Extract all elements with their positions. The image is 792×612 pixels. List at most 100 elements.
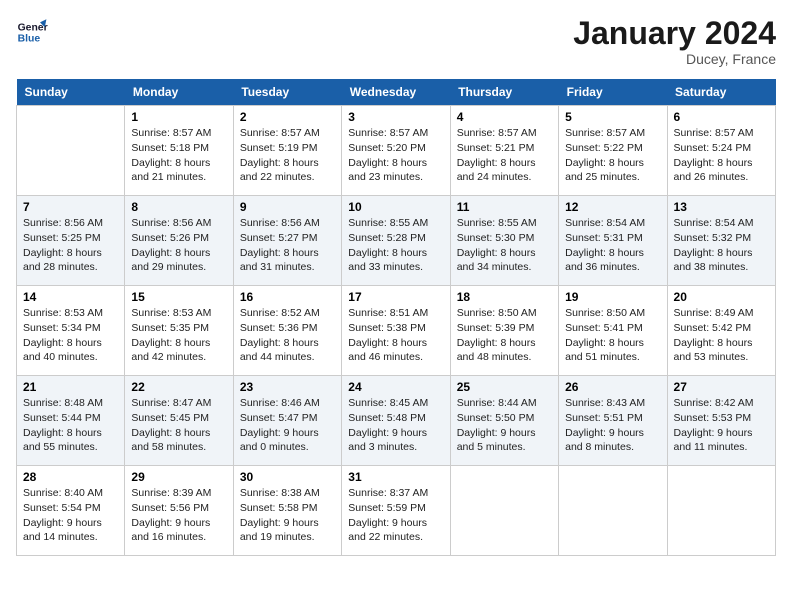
table-row: 14 Sunrise: 8:53 AM Sunset: 5:34 PM Dayl… <box>17 286 125 376</box>
table-row: 29 Sunrise: 8:39 AM Sunset: 5:56 PM Dayl… <box>125 466 233 556</box>
table-row: 20 Sunrise: 8:49 AM Sunset: 5:42 PM Dayl… <box>667 286 775 376</box>
day-info: Sunrise: 8:42 AM Sunset: 5:53 PM Dayligh… <box>674 396 769 455</box>
table-row: 17 Sunrise: 8:51 AM Sunset: 5:38 PM Dayl… <box>342 286 450 376</box>
day-info: Sunrise: 8:46 AM Sunset: 5:47 PM Dayligh… <box>240 396 335 455</box>
day-info: Sunrise: 8:40 AM Sunset: 5:54 PM Dayligh… <box>23 486 118 545</box>
day-number: 20 <box>674 290 769 304</box>
month-title: January 2024 <box>573 16 776 51</box>
day-info: Sunrise: 8:57 AM Sunset: 5:22 PM Dayligh… <box>565 126 660 185</box>
table-row: 30 Sunrise: 8:38 AM Sunset: 5:58 PM Dayl… <box>233 466 341 556</box>
day-info: Sunrise: 8:44 AM Sunset: 5:50 PM Dayligh… <box>457 396 552 455</box>
table-row: 3 Sunrise: 8:57 AM Sunset: 5:20 PM Dayli… <box>342 106 450 196</box>
day-info: Sunrise: 8:49 AM Sunset: 5:42 PM Dayligh… <box>674 306 769 365</box>
day-number: 30 <box>240 470 335 484</box>
day-info: Sunrise: 8:56 AM Sunset: 5:25 PM Dayligh… <box>23 216 118 275</box>
header-friday: Friday <box>559 79 667 106</box>
table-row: 6 Sunrise: 8:57 AM Sunset: 5:24 PM Dayli… <box>667 106 775 196</box>
table-row: 7 Sunrise: 8:56 AM Sunset: 5:25 PM Dayli… <box>17 196 125 286</box>
title-block: January 2024 Ducey, France <box>573 16 776 67</box>
header-sunday: Sunday <box>17 79 125 106</box>
svg-text:Blue: Blue <box>18 34 41 45</box>
day-number: 2 <box>240 110 335 124</box>
table-row: 13 Sunrise: 8:54 AM Sunset: 5:32 PM Dayl… <box>667 196 775 286</box>
day-number: 7 <box>23 200 118 214</box>
day-number: 21 <box>23 380 118 394</box>
table-row: 23 Sunrise: 8:46 AM Sunset: 5:47 PM Dayl… <box>233 376 341 466</box>
day-info: Sunrise: 8:54 AM Sunset: 5:32 PM Dayligh… <box>674 216 769 275</box>
day-number: 28 <box>23 470 118 484</box>
location: Ducey, France <box>573 51 776 67</box>
table-row: 15 Sunrise: 8:53 AM Sunset: 5:35 PM Dayl… <box>125 286 233 376</box>
table-row: 27 Sunrise: 8:42 AM Sunset: 5:53 PM Dayl… <box>667 376 775 466</box>
calendar-table: Sunday Monday Tuesday Wednesday Thursday… <box>16 79 776 556</box>
header-monday: Monday <box>125 79 233 106</box>
table-row: 2 Sunrise: 8:57 AM Sunset: 5:19 PM Dayli… <box>233 106 341 196</box>
day-info: Sunrise: 8:53 AM Sunset: 5:35 PM Dayligh… <box>131 306 226 365</box>
day-info: Sunrise: 8:51 AM Sunset: 5:38 PM Dayligh… <box>348 306 443 365</box>
logo-icon: General Blue <box>16 16 48 48</box>
table-row: 8 Sunrise: 8:56 AM Sunset: 5:26 PM Dayli… <box>125 196 233 286</box>
day-number: 12 <box>565 200 660 214</box>
header-saturday: Saturday <box>667 79 775 106</box>
day-info: Sunrise: 8:57 AM Sunset: 5:20 PM Dayligh… <box>348 126 443 185</box>
day-number: 27 <box>674 380 769 394</box>
header-thursday: Thursday <box>450 79 558 106</box>
day-info: Sunrise: 8:38 AM Sunset: 5:58 PM Dayligh… <box>240 486 335 545</box>
table-row <box>559 466 667 556</box>
day-info: Sunrise: 8:45 AM Sunset: 5:48 PM Dayligh… <box>348 396 443 455</box>
table-row: 25 Sunrise: 8:44 AM Sunset: 5:50 PM Dayl… <box>450 376 558 466</box>
day-number: 16 <box>240 290 335 304</box>
day-info: Sunrise: 8:56 AM Sunset: 5:27 PM Dayligh… <box>240 216 335 275</box>
table-row: 16 Sunrise: 8:52 AM Sunset: 5:36 PM Dayl… <box>233 286 341 376</box>
day-number: 4 <box>457 110 552 124</box>
day-number: 9 <box>240 200 335 214</box>
day-number: 22 <box>131 380 226 394</box>
day-number: 31 <box>348 470 443 484</box>
table-row: 11 Sunrise: 8:55 AM Sunset: 5:30 PM Dayl… <box>450 196 558 286</box>
calendar-header-row: Sunday Monday Tuesday Wednesday Thursday… <box>17 79 776 106</box>
day-number: 17 <box>348 290 443 304</box>
day-info: Sunrise: 8:57 AM Sunset: 5:21 PM Dayligh… <box>457 126 552 185</box>
day-info: Sunrise: 8:57 AM Sunset: 5:24 PM Dayligh… <box>674 126 769 185</box>
day-info: Sunrise: 8:55 AM Sunset: 5:28 PM Dayligh… <box>348 216 443 275</box>
table-row: 4 Sunrise: 8:57 AM Sunset: 5:21 PM Dayli… <box>450 106 558 196</box>
day-info: Sunrise: 8:57 AM Sunset: 5:19 PM Dayligh… <box>240 126 335 185</box>
day-info: Sunrise: 8:53 AM Sunset: 5:34 PM Dayligh… <box>23 306 118 365</box>
day-info: Sunrise: 8:39 AM Sunset: 5:56 PM Dayligh… <box>131 486 226 545</box>
day-number: 6 <box>674 110 769 124</box>
day-info: Sunrise: 8:52 AM Sunset: 5:36 PM Dayligh… <box>240 306 335 365</box>
day-number: 10 <box>348 200 443 214</box>
day-number: 19 <box>565 290 660 304</box>
table-row: 28 Sunrise: 8:40 AM Sunset: 5:54 PM Dayl… <box>17 466 125 556</box>
table-row: 21 Sunrise: 8:48 AM Sunset: 5:44 PM Dayl… <box>17 376 125 466</box>
table-row: 10 Sunrise: 8:55 AM Sunset: 5:28 PM Dayl… <box>342 196 450 286</box>
day-info: Sunrise: 8:57 AM Sunset: 5:18 PM Dayligh… <box>131 126 226 185</box>
day-info: Sunrise: 8:50 AM Sunset: 5:39 PM Dayligh… <box>457 306 552 365</box>
table-row <box>667 466 775 556</box>
day-number: 13 <box>674 200 769 214</box>
day-info: Sunrise: 8:48 AM Sunset: 5:44 PM Dayligh… <box>23 396 118 455</box>
day-info: Sunrise: 8:56 AM Sunset: 5:26 PM Dayligh… <box>131 216 226 275</box>
day-number: 14 <box>23 290 118 304</box>
day-number: 15 <box>131 290 226 304</box>
day-info: Sunrise: 8:54 AM Sunset: 5:31 PM Dayligh… <box>565 216 660 275</box>
day-info: Sunrise: 8:37 AM Sunset: 5:59 PM Dayligh… <box>348 486 443 545</box>
page-header: General Blue January 2024 Ducey, France <box>16 16 776 67</box>
table-row: 31 Sunrise: 8:37 AM Sunset: 5:59 PM Dayl… <box>342 466 450 556</box>
table-row: 24 Sunrise: 8:45 AM Sunset: 5:48 PM Dayl… <box>342 376 450 466</box>
header-wednesday: Wednesday <box>342 79 450 106</box>
table-row <box>17 106 125 196</box>
day-number: 8 <box>131 200 226 214</box>
day-number: 18 <box>457 290 552 304</box>
table-row: 12 Sunrise: 8:54 AM Sunset: 5:31 PM Dayl… <box>559 196 667 286</box>
logo: General Blue <box>16 16 48 48</box>
table-row: 19 Sunrise: 8:50 AM Sunset: 5:41 PM Dayl… <box>559 286 667 376</box>
day-number: 29 <box>131 470 226 484</box>
table-row: 18 Sunrise: 8:50 AM Sunset: 5:39 PM Dayl… <box>450 286 558 376</box>
day-info: Sunrise: 8:50 AM Sunset: 5:41 PM Dayligh… <box>565 306 660 365</box>
day-number: 3 <box>348 110 443 124</box>
day-number: 5 <box>565 110 660 124</box>
day-number: 1 <box>131 110 226 124</box>
day-number: 25 <box>457 380 552 394</box>
day-number: 26 <box>565 380 660 394</box>
